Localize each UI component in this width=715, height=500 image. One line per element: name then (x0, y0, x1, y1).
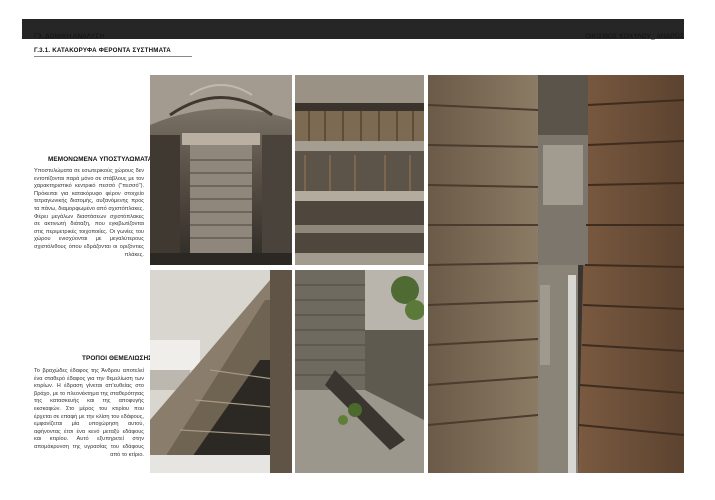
project-label: ΟΙΚΙΣΜΟΣ ΚΟΧΥΛΟΥ_ ΑΝΔΡΟΣ (584, 33, 684, 40)
photo-exterior-wall (295, 270, 424, 473)
columns-text: Υποστυλώματα σε εσωτερικούς χώρους δεν ε… (34, 168, 144, 258)
photo-ceiling-slabs (295, 75, 424, 265)
photo-narrow-passage (428, 75, 684, 473)
foundation-heading: ΤΡΟΠΟΙ ΘΕΜΕΛΙΩΣΗΣ (82, 355, 153, 362)
columns-heading: ΜΕΜΟΝΩΜΕΝΑ ΥΠΟΣΤΥΛΩΜΑΤΑ (48, 156, 153, 163)
photo-stable-pillar (150, 75, 292, 265)
subsection-title: Γ.3.1. ΚΑΤΑΚΟΡΥΦΑ ΦΕΡΟΝΤΑ ΣΥΣΤΗΜΑΤΑ (34, 47, 171, 54)
subsection-underline (34, 56, 192, 57)
section-label: Γ3. ΔΟΜΙΚΗ ΑΝΑΛΥΣΗ (34, 33, 105, 40)
foundation-text: Το βραχώδες έδαφος της Άνδρου αποτελεί έ… (34, 368, 144, 458)
photo-foundation-gap (150, 270, 292, 473)
